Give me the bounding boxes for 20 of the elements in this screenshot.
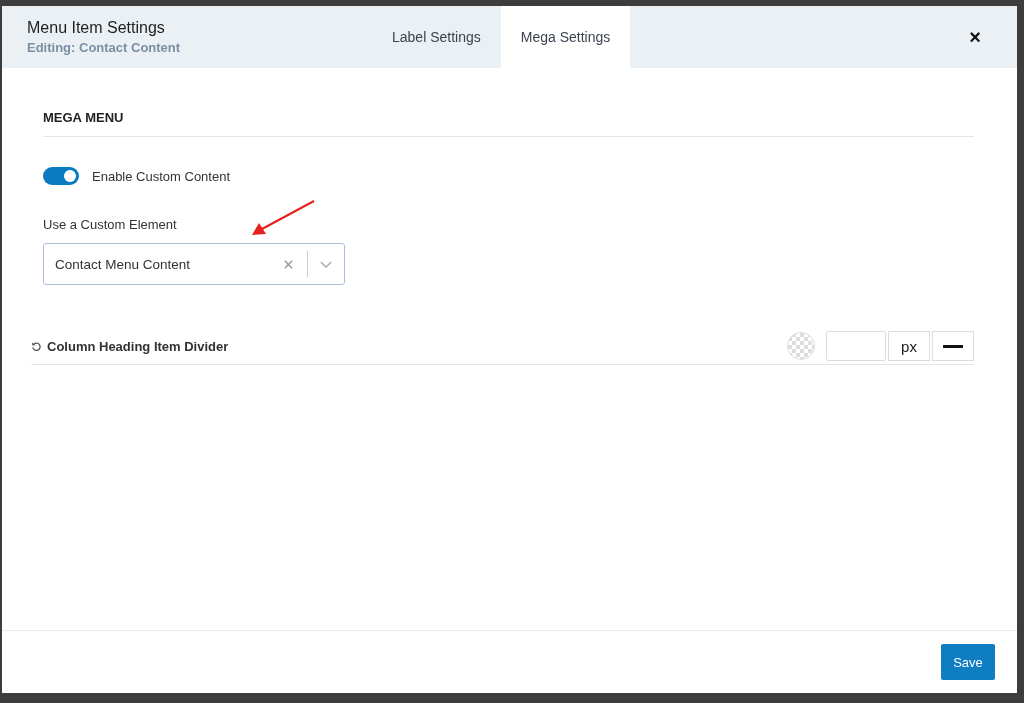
reset-icon[interactable] (31, 340, 42, 352)
field-label: Use a Custom Element (43, 217, 177, 232)
clear-icon[interactable] (283, 258, 294, 270)
line-style-button[interactable] (932, 331, 974, 361)
select-field[interactable]: Contact Menu Content (43, 243, 345, 285)
tab[interactable]: Label Settings (372, 6, 501, 68)
color-swatch[interactable] (787, 332, 815, 360)
annotation-arrow (250, 199, 316, 237)
setting-label: Column Heading Item Divider (47, 338, 229, 354)
close-button[interactable]: × (963, 6, 987, 68)
dialog-title: Menu Item Settings (27, 19, 166, 37)
width-input[interactable] (826, 331, 886, 361)
section-heading: MEGA MENU (43, 110, 124, 125)
toggle-label: Enable Custom Content (92, 168, 231, 184)
chevron-down-icon[interactable] (320, 260, 332, 268)
save-button[interactable]: Save (941, 644, 995, 680)
tab[interactable]: Mega Settings (500, 6, 631, 68)
dialog-subtitle: Editing: Contact Content (27, 40, 182, 55)
unit-button[interactable]: px (888, 331, 930, 361)
toggle-switch[interactable] (43, 167, 79, 185)
